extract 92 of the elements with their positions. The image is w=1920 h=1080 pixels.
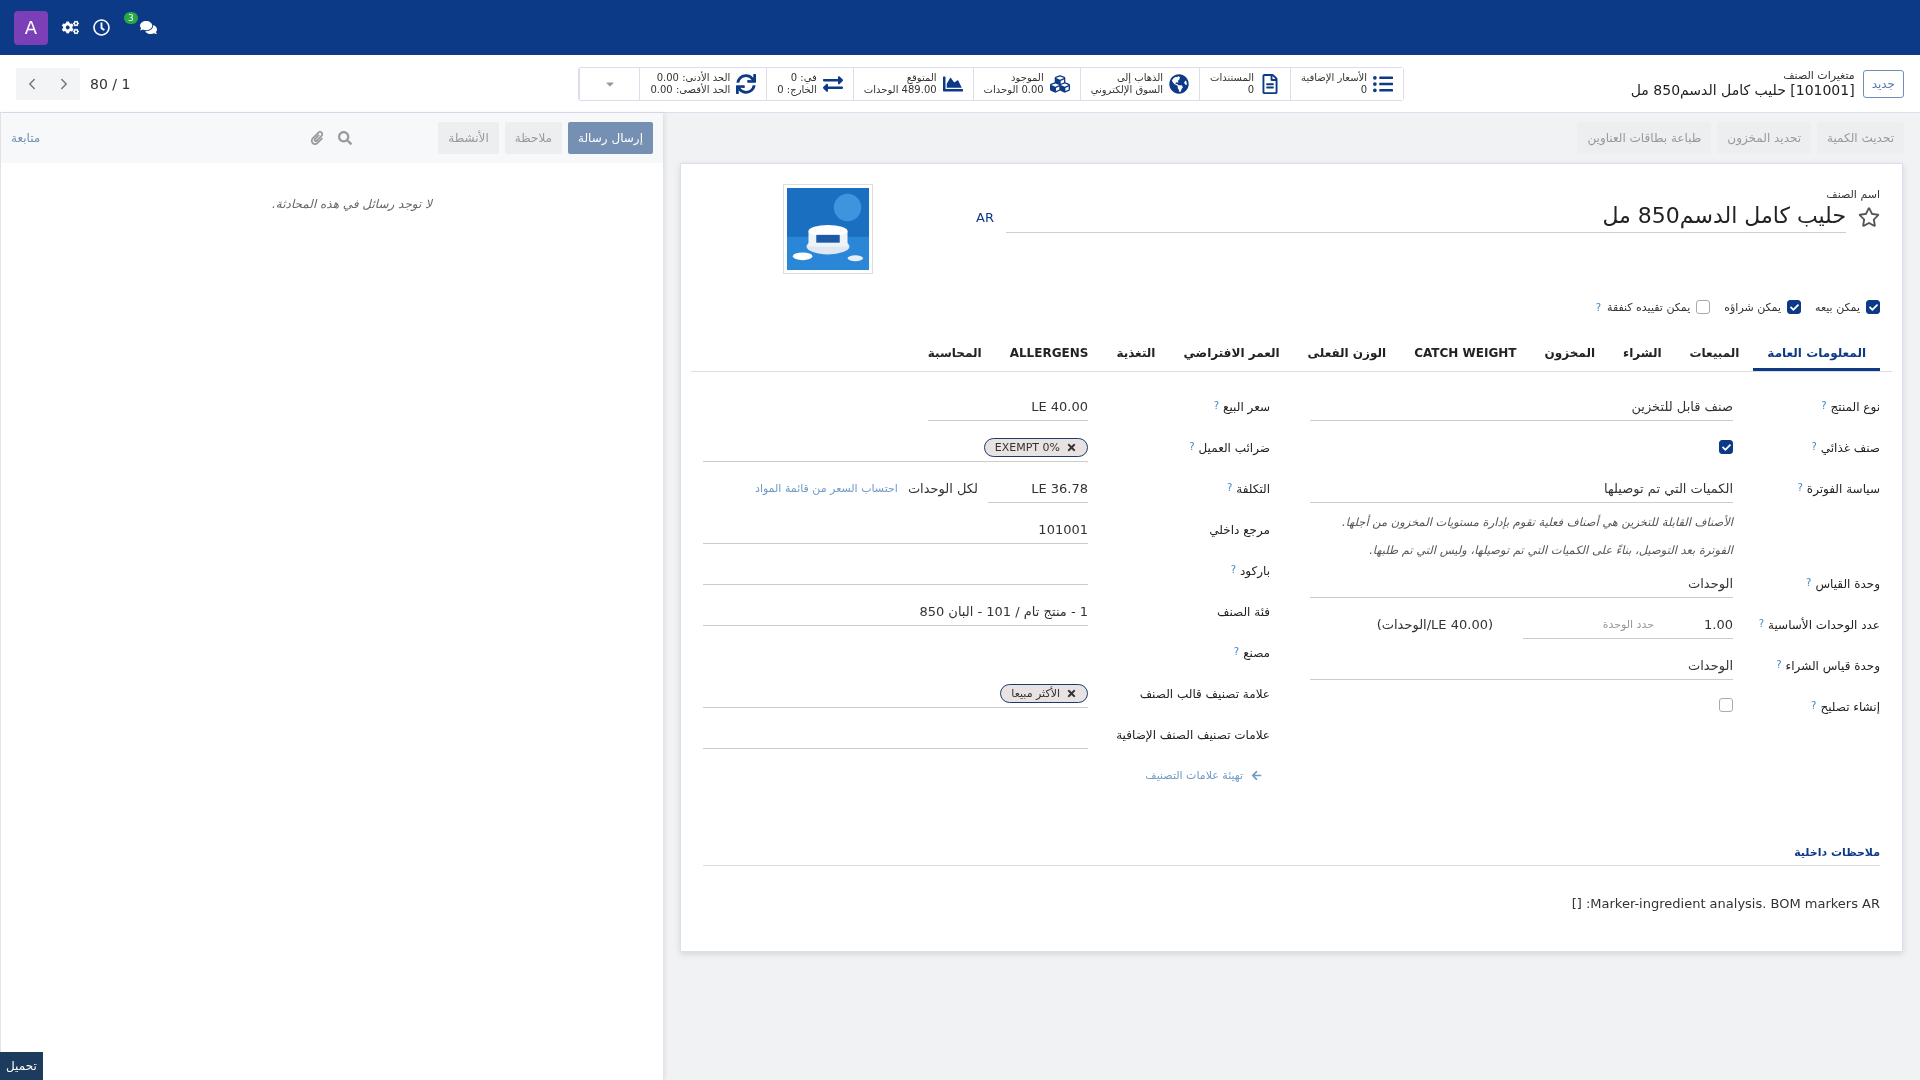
- help-icon[interactable]: ?: [1213, 399, 1220, 411]
- checkbox[interactable]: [1719, 698, 1733, 712]
- checkbox-label: يمكن تقييده كنفقة: [1607, 300, 1691, 314]
- field-label: نوع المنتج: [1830, 399, 1880, 414]
- globe-icon: [1169, 73, 1190, 94]
- checkbox-label: يمكن شراؤه: [1724, 300, 1782, 314]
- unit-placeholder: حدد الوحدة: [1602, 617, 1655, 631]
- clock-icon[interactable]: [93, 19, 110, 36]
- arrow-icon: [1251, 770, 1262, 781]
- field-label: وحدة القياس: [1815, 576, 1880, 591]
- help-icon[interactable]: ?: [1189, 440, 1195, 452]
- unit-text: لكل الوحدات: [907, 481, 978, 496]
- paperclip-icon[interactable]: [310, 131, 325, 145]
- input-field[interactable]: الوحدات: [1310, 569, 1733, 598]
- language-link[interactable]: AR: [976, 209, 994, 225]
- input-field[interactable]: 1 - منتج تام / 101 - البان 850: [703, 597, 1088, 626]
- input-field[interactable]: الكميات التي تم توصيلها: [1310, 474, 1733, 503]
- new-button[interactable]: جديد: [1862, 69, 1904, 98]
- tab[interactable]: المحاسبة: [913, 338, 996, 371]
- help-icon[interactable]: ?: [1806, 576, 1812, 588]
- settings-icon[interactable]: [62, 19, 79, 36]
- tags-field[interactable]: الأكثر مبيعا: [703, 679, 1088, 708]
- help-icon[interactable]: ?: [1811, 699, 1817, 711]
- input-field[interactable]: LE 40.00: [928, 392, 1088, 421]
- field-label: اسم الصنف: [1825, 188, 1880, 201]
- close-icon[interactable]: [1066, 687, 1077, 699]
- help-icon[interactable]: ?: [1776, 658, 1782, 670]
- pager-counter[interactable]: 80 / 1: [90, 75, 131, 92]
- list-icon: [1373, 73, 1393, 94]
- field-label: وحدة قياس الشراء: [1785, 658, 1880, 673]
- field-label: مصنع: [1243, 645, 1270, 660]
- field-label: علامات تصنيف الصنف الإضافية: [1116, 727, 1270, 742]
- help-icon[interactable]: ?: [1811, 440, 1817, 452]
- record-title: [101001] حليب كامل الدسم850 مل: [1630, 82, 1855, 98]
- checkbox-label: يمكن بيعه: [1815, 300, 1860, 314]
- search-icon[interactable]: [338, 131, 353, 145]
- field-label: سياسة الفوترة: [1806, 481, 1880, 496]
- user-avatar[interactable]: A: [14, 10, 48, 45]
- field-label: صنف غذائي: [1820, 440, 1880, 455]
- tags-field[interactable]: EXEMPT 0%: [703, 433, 1088, 462]
- field-label: مرجع داخلي: [1209, 522, 1270, 537]
- help-icon[interactable]: ?: [1226, 481, 1233, 493]
- input-field[interactable]: الوحدات: [1310, 651, 1733, 680]
- name-field[interactable]: حليب كامل الدسم850 مل: [1006, 201, 1846, 233]
- field-label: التكلفة: [1236, 481, 1270, 496]
- unit-price-text: (40.00 LE/الوحدات): [1376, 617, 1493, 632]
- tab[interactable]: المخزون: [1530, 338, 1609, 371]
- breadcrumb-link[interactable]: متغيرات الصنف: [1630, 69, 1855, 82]
- input-field[interactable]: 101001: [703, 515, 1088, 544]
- help-icon[interactable]: ?: [1797, 481, 1803, 493]
- checkbox[interactable]: [1787, 300, 1802, 314]
- help-icon[interactable]: ?: [1821, 399, 1827, 411]
- help-icon[interactable]: ?: [1230, 563, 1236, 575]
- chat-count-badge: 3: [124, 12, 138, 24]
- field-label: إنشاء تصليح: [1820, 699, 1880, 714]
- star-icon[interactable]: [1858, 206, 1880, 228]
- empty-message: لا توجد رسائل في هذه المحادثة.: [271, 197, 434, 211]
- cubes-icon: [1049, 73, 1070, 94]
- refresh-icon: [736, 73, 757, 94]
- section-heading: ملاحظات داخلية: [703, 846, 1880, 866]
- input-field[interactable]: LE 36.78: [988, 474, 1088, 503]
- tab[interactable]: الوزن الفعلى: [1293, 338, 1401, 371]
- tag: EXEMPT 0%: [983, 437, 1088, 457]
- download-button[interactable]: تحميل: [0, 1052, 43, 1080]
- document-icon: [1260, 73, 1281, 94]
- help-icon[interactable]: ?: [1758, 617, 1765, 629]
- close-icon[interactable]: [1066, 441, 1077, 453]
- checkbox[interactable]: [1696, 300, 1711, 314]
- tab[interactable]: المعلومات العامة: [1753, 338, 1880, 371]
- chat-icon[interactable]: [139, 19, 157, 36]
- notes-text[interactable]: Marker-ingredient analysis. BOM markers AR: []: [703, 896, 1880, 911]
- field-label: عدد الوحدات الأساسية: [1768, 617, 1880, 632]
- field-label: ضرائب العميل: [1198, 440, 1270, 455]
- tab[interactable]: العمر الافتراضي: [1169, 338, 1294, 371]
- tab[interactable]: CATCH WEIGHT: [1400, 338, 1531, 371]
- field-label: فئة الصنف: [1216, 604, 1270, 619]
- field-label: باركود: [1239, 563, 1270, 578]
- help-icon[interactable]: ?: [1233, 645, 1240, 657]
- tab[interactable]: ALLERGENS: [995, 338, 1103, 371]
- help-icon[interactable]: ?: [1595, 301, 1601, 313]
- tab[interactable]: المبيعات: [1675, 338, 1754, 371]
- help-note: الأصناف القابلة للتخزين هي أصناف فعلية تقوم بإدارة مستويات المخزون من أجلها.: [1341, 515, 1733, 529]
- input-field[interactable]: صنف قابل للتخزين: [1310, 392, 1733, 421]
- field-label: علامة تصنيف قالب الصنف: [1139, 686, 1270, 701]
- tag: الأكثر مبيعا: [1000, 683, 1088, 703]
- checkbox[interactable]: [1719, 440, 1733, 455]
- checkbox[interactable]: [1866, 300, 1880, 314]
- help-note: الفوترة بعد التوصيل، بناءً على الكميات التي تم توصيلها، وليس التي تم طلبها.: [1368, 543, 1733, 557]
- field-label: سعر البيع: [1223, 399, 1270, 414]
- tab[interactable]: الشراء: [1609, 338, 1676, 371]
- tab[interactable]: التغذية: [1102, 338, 1170, 371]
- exchange-arrows-icon: [822, 73, 843, 94]
